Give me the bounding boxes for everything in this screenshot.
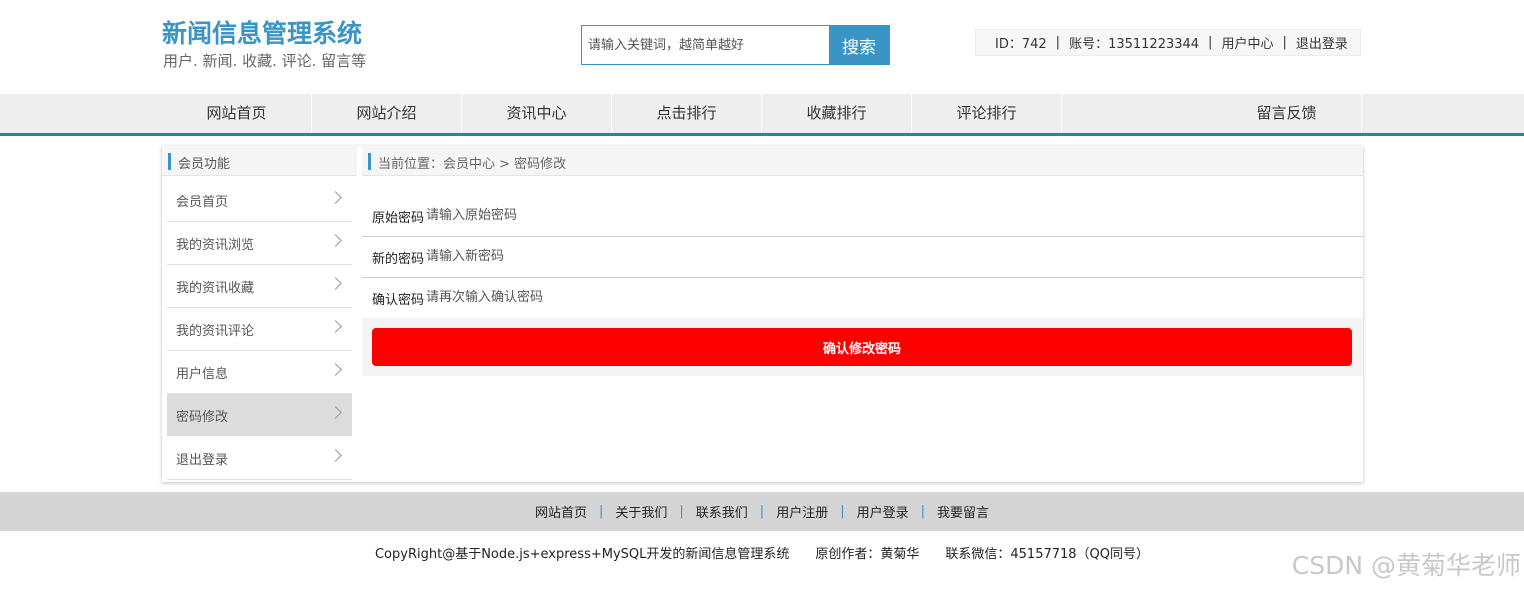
sidebar-item-news-browse[interactable]: 我的资讯浏览	[167, 222, 352, 265]
footer-link-contact[interactable]: 联系我们	[696, 502, 748, 521]
nav-item-about[interactable]: 网站介绍	[312, 94, 462, 133]
separator: |	[920, 504, 925, 519]
accent-bar	[368, 153, 371, 170]
separator: |	[1282, 35, 1287, 50]
old-password-input[interactable]	[426, 204, 826, 226]
chevron-right-icon	[329, 234, 342, 247]
main-content: 当前位置：会员中心 > 密码修改 原始密码 新的密码 确认密码 确认修改密码	[362, 146, 1363, 482]
confirm-password-input[interactable]	[426, 286, 826, 308]
sidebar-item-member-home[interactable]: 会员首页	[167, 179, 352, 222]
separator: |	[598, 504, 604, 519]
separator: |	[840, 504, 845, 519]
user-account: 账号：13511223344	[1069, 37, 1200, 52]
sidebar-item-logout[interactable]: 退出登录	[167, 437, 352, 480]
main-nav: 网站首页 网站介绍 资讯中心 点击排行 收藏排行 评论排行 留言反馈	[0, 94, 1524, 136]
nav-item-favorite-rank[interactable]: 收藏排行	[762, 94, 912, 133]
sidebar-item-label: 用户信息	[176, 367, 229, 382]
footer-link-home[interactable]: 网站首页	[535, 502, 587, 521]
chevron-right-icon	[329, 406, 342, 419]
footer-link-login[interactable]: 用户登录	[857, 502, 909, 521]
separator: |	[1208, 35, 1213, 50]
form-row-old-password: 原始密码	[362, 196, 1363, 237]
nav-item-comment-rank[interactable]: 评论排行	[912, 94, 1062, 133]
form-row-new-password: 新的密码	[362, 237, 1363, 278]
header: 新闻信息管理系统 用户. 新闻. 收藏. 评论. 留言等 搜索 ID：742 |…	[0, 0, 1524, 94]
site-title[interactable]: 新闻信息管理系统	[162, 14, 362, 50]
separator: |	[759, 504, 765, 519]
sidebar-item-news-comments[interactable]: 我的资讯评论	[167, 308, 352, 351]
sidebar-item-news-favorites[interactable]: 我的资讯收藏	[167, 265, 352, 308]
sidebar-item-user-info[interactable]: 用户信息	[167, 351, 352, 394]
form-row-confirm-password: 确认密码	[362, 278, 1363, 319]
password-form: 原始密码 新的密码 确认密码	[362, 196, 1363, 319]
sidebar-item-label: 会员首页	[176, 195, 229, 210]
member-panel: 会员功能 会员首页 我的资讯浏览 我的资讯收藏 我的资讯评论 用户信息 密码修改…	[162, 146, 1363, 482]
user-bar: ID：742 | 账号：13511223344 | 用户中心 | 退出登录	[975, 29, 1361, 56]
user-id: ID：742	[995, 37, 1047, 52]
chevron-right-icon	[329, 320, 342, 333]
sidebar-item-label: 我的资讯收藏	[176, 281, 255, 296]
footer-link-about[interactable]: 关于我们	[615, 502, 667, 521]
nav-item-news[interactable]: 资讯中心	[462, 94, 612, 133]
footer-nav: 网站首页 | 关于我们 | 联系我们 | 用户注册 | 用户登录 | 我要留言	[0, 492, 1524, 531]
breadcrumb: 当前位置：会员中心 > 密码修改	[378, 157, 567, 172]
site-subtitle: 用户. 新闻. 收藏. 评论. 留言等	[163, 52, 367, 70]
separator: |	[679, 504, 684, 519]
chevron-right-icon	[329, 277, 342, 290]
user-center-link[interactable]: 用户中心	[1221, 33, 1273, 52]
submit-area: 确认修改密码	[362, 318, 1363, 376]
nav-item-click-rank[interactable]: 点击排行	[612, 94, 762, 133]
sidebar-header: 会员功能	[162, 146, 357, 176]
chevron-right-icon	[329, 449, 342, 462]
old-password-label: 原始密码	[372, 211, 425, 226]
chevron-right-icon	[329, 363, 342, 376]
chevron-right-icon	[329, 191, 342, 204]
footer-link-message[interactable]: 我要留言	[937, 502, 989, 521]
footer-link-register[interactable]: 用户注册	[776, 502, 828, 521]
nav-item-home[interactable]: 网站首页	[162, 94, 312, 133]
sidebar-item-label: 退出登录	[176, 453, 229, 468]
confirm-password-label: 确认密码	[372, 293, 425, 308]
new-password-label: 新的密码	[372, 252, 425, 267]
breadcrumb-header: 当前位置：会员中心 > 密码修改	[362, 146, 1363, 176]
new-password-input[interactable]	[426, 245, 826, 267]
search-button[interactable]: 搜索	[829, 26, 889, 64]
search-input[interactable]	[582, 26, 829, 64]
sidebar: 会员功能 会员首页 我的资讯浏览 我的资讯收藏 我的资讯评论 用户信息 密码修改…	[162, 146, 357, 482]
sidebar-item-label: 我的资讯浏览	[176, 238, 255, 253]
sidebar-title: 会员功能	[178, 157, 231, 172]
sidebar-item-label: 我的资讯评论	[176, 324, 255, 339]
search-box: 搜索	[581, 25, 890, 65]
watermark: CSDN @黄菊华老师	[1291, 551, 1521, 580]
nav-bar: 网站首页 网站介绍 资讯中心 点击排行 收藏排行 评论排行 留言反馈	[162, 94, 1362, 133]
sidebar-item-label: 密码修改	[176, 410, 229, 425]
confirm-change-password-button[interactable]: 确认修改密码	[372, 328, 1352, 366]
sidebar-menu: 会员首页 我的资讯浏览 我的资讯收藏 我的资讯评论 用户信息 密码修改 退出登录	[167, 179, 352, 480]
sidebar-item-change-password[interactable]: 密码修改	[167, 394, 352, 437]
logout-link[interactable]: 退出登录	[1296, 33, 1348, 52]
nav-item-feedback[interactable]: 留言反馈	[1212, 94, 1362, 133]
separator: |	[1055, 35, 1061, 50]
accent-bar	[168, 153, 171, 170]
